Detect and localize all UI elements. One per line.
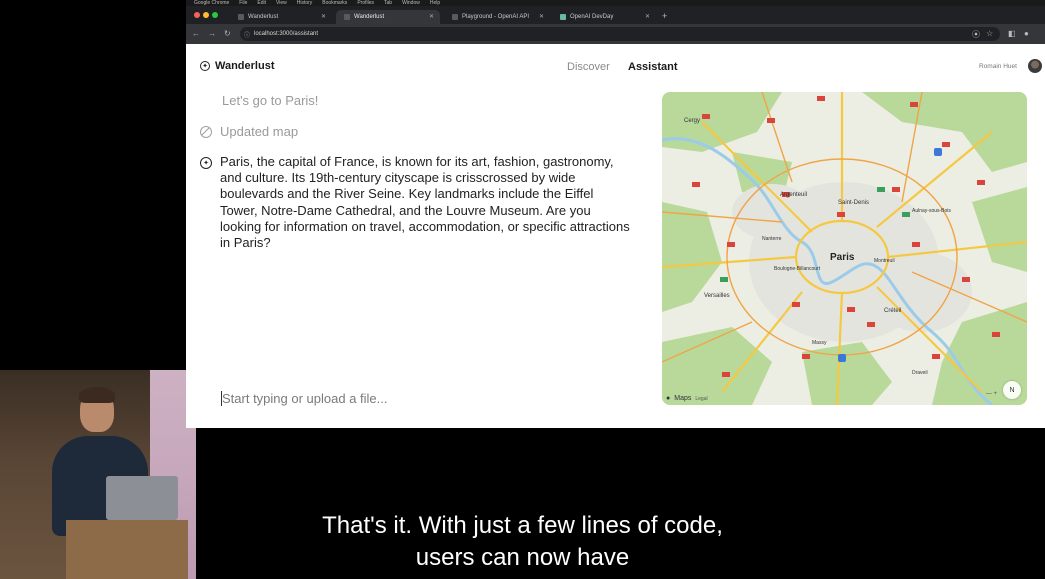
brand-name: Wanderlust [215, 60, 275, 72]
app-header: ✦ Wanderlust Discover Assistant Romain H… [186, 44, 1045, 88]
tab-wanderlust-1[interactable]: Wanderlust ✕ [230, 10, 332, 24]
composer [221, 390, 642, 410]
tab-label: Wanderlust [354, 14, 385, 20]
subtitle-line-2: users can now have [409, 542, 636, 574]
compass-icon: ✦ [200, 61, 210, 71]
close-window-button[interactable] [194, 12, 200, 18]
close-icon[interactable]: ✕ [645, 13, 650, 20]
tab-strip: Wanderlust ✕ Wanderlust ✕ Playground - O… [186, 6, 1045, 24]
assistant-message-text: Paris, the capital of France, is known f… [220, 154, 630, 251]
place-label: Draveil [912, 370, 928, 376]
legal-link[interactable]: Legal [695, 396, 707, 402]
site-info-icon[interactable]: ⓘ [244, 30, 250, 39]
subtitle-line-1: That's it. With just a few lines of code… [316, 510, 729, 542]
tab-wanderlust-2[interactable]: Wanderlust ✕ [336, 10, 440, 24]
message-input[interactable] [222, 391, 642, 406]
tool-status-label: Updated map [220, 124, 299, 139]
address-bar: ← → ↻ ⓘ localhost:3000/assistant ⦿ ☆ ◧ ● [186, 24, 1045, 44]
zoom-control[interactable]: — + [986, 391, 997, 397]
tab-label: Wanderlust [248, 14, 279, 20]
close-icon[interactable]: ✕ [539, 13, 544, 20]
maximize-window-button[interactable] [212, 12, 218, 18]
avatar[interactable] [1028, 59, 1042, 73]
place-label: Boulogne-Billancourt [774, 266, 821, 272]
presenter-hair [79, 387, 115, 403]
place-label: Cergy [684, 118, 700, 124]
user-message: Let's go to Paris! [222, 93, 319, 108]
tab-devday[interactable]: OpenAI DevDay ✕ [552, 10, 656, 24]
place-label: Créteil [884, 308, 901, 314]
assistant-message: ✦ Paris, the capital of France, is known… [200, 154, 630, 251]
nav-discover[interactable]: Discover [567, 61, 610, 73]
globe-icon [238, 14, 244, 20]
bookmark-star-icon[interactable]: ☆ [986, 29, 993, 38]
browser-window: Google Chrome File Edit View History Boo… [186, 0, 1045, 428]
place-label: Montreuil [874, 258, 895, 264]
tool-call-status: Updated map [200, 124, 298, 139]
reload-icon[interactable]: ↻ [224, 29, 231, 38]
tab-label: Playground - OpenAI API [462, 14, 530, 20]
tab-label: OpenAI DevDay [570, 14, 614, 20]
apple-logo-icon: ● [666, 395, 671, 402]
map-center-label: Paris [830, 252, 855, 263]
openai-icon [452, 14, 458, 20]
place-label: Argenteuil [780, 192, 807, 198]
place-label: Aulnay-sous-Bois [912, 208, 951, 214]
back-icon[interactable]: ← [192, 29, 200, 38]
subtitles: That's it. With just a few lines of code… [0, 510, 1045, 574]
minimize-window-button[interactable] [203, 12, 209, 18]
place-label: Saint-Denis [838, 200, 869, 206]
place-label: Massy [812, 340, 827, 346]
text-caret [221, 391, 222, 406]
map-canvas[interactable]: Cergy Argenteuil Saint-Denis Aulnay-sous… [662, 92, 1027, 405]
map-updated-icon [200, 125, 212, 138]
compass-icon[interactable]: N [1003, 381, 1021, 399]
url-input[interactable]: ⓘ localhost:3000/assistant [240, 27, 1000, 41]
nav-assistant[interactable]: Assistant [628, 61, 678, 73]
tab-playground[interactable]: Playground - OpenAI API ✕ [444, 10, 550, 24]
globe-icon [344, 14, 350, 20]
place-label: Nanterre [762, 236, 782, 242]
profile-icon[interactable]: ● [1024, 29, 1029, 38]
devday-icon [560, 14, 566, 20]
brand[interactable]: ✦ Wanderlust [200, 60, 275, 72]
url-text: localhost:3000/assistant [254, 31, 319, 37]
new-tab-button[interactable]: + [662, 11, 667, 21]
maps-attribution: Maps [674, 395, 692, 402]
close-icon[interactable]: ✕ [429, 13, 434, 20]
location-icon[interactable]: ⦿ [972, 29, 980, 40]
place-label: Versailles [704, 293, 730, 299]
compass-icon: ✦ [200, 157, 212, 169]
user-name: Romain Huet [979, 63, 1017, 70]
map-attribution: ● Maps Legal [666, 395, 708, 402]
map-view[interactable]: Cergy Argenteuil Saint-Denis Aulnay-sous… [662, 92, 1027, 405]
close-icon[interactable]: ✕ [321, 13, 326, 20]
wanderlust-app: ✦ Wanderlust Discover Assistant Romain H… [186, 44, 1045, 428]
sidepanel-icon[interactable]: ◧ [1008, 29, 1016, 38]
forward-icon[interactable]: → [208, 29, 216, 38]
